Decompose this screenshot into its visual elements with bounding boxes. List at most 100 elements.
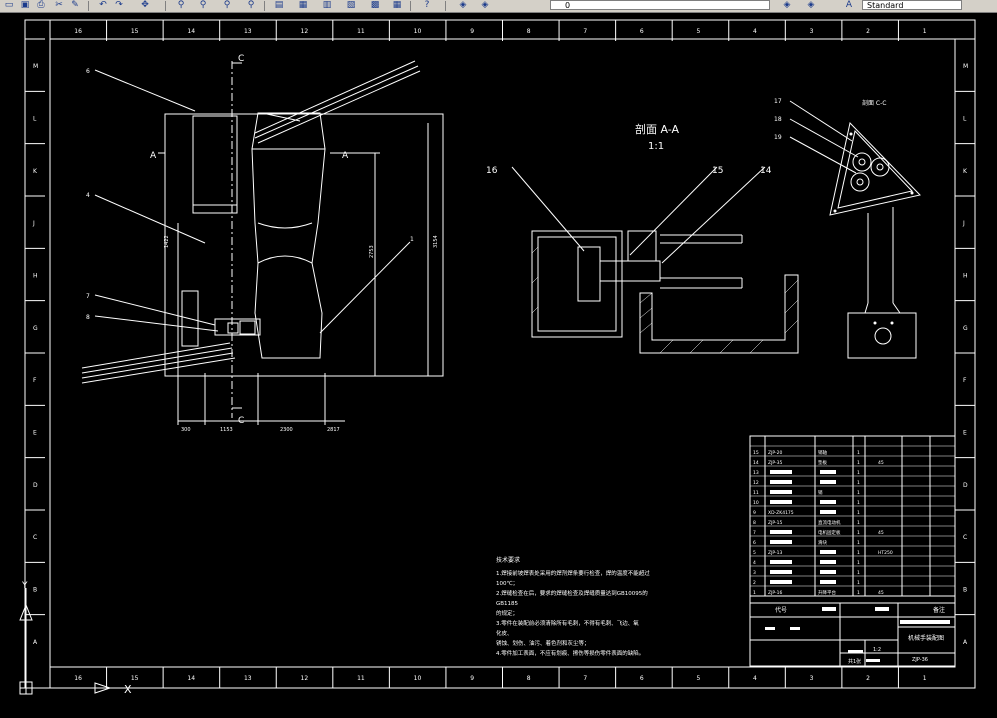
zoom-previous-icon[interactable]: ⚲ xyxy=(220,0,234,11)
bom-redaction xyxy=(770,570,792,574)
border-column-labels-top: 16 15 14 13 12 11 10 9 8 7 6 5 4 3 2 1 xyxy=(49,20,927,41)
bom-material: 45 xyxy=(878,530,884,536)
pan-icon[interactable]: ✥ xyxy=(138,0,152,11)
print-icon[interactable]: ⎙ xyxy=(34,0,48,11)
properties-icon[interactable]: ▤ xyxy=(272,0,286,11)
layer-dropdown[interactable]: 0 xyxy=(550,0,770,10)
tb-code-label: 代号 xyxy=(775,606,787,614)
bom-qty: 1 xyxy=(857,520,860,526)
border-col-label: 1 xyxy=(923,28,927,35)
border-row-label: C xyxy=(963,534,967,541)
bom-qty: 1 xyxy=(857,540,860,546)
drawing-canvas[interactable]: 16 15 14 13 12 11 10 9 8 7 6 5 4 3 2 1 16 15 14 13 12 11 10 9 8… xyxy=(0,13,997,718)
layer-previous-icon[interactable]: ◈ xyxy=(804,0,818,11)
border-row-label: B xyxy=(33,587,37,594)
border-col-label: 5 xyxy=(696,28,700,35)
bom-redaction xyxy=(770,500,792,504)
border-row-label: L xyxy=(963,116,967,123)
text-style-value: Standard xyxy=(867,1,904,10)
callout-15: 15 xyxy=(712,166,723,176)
border-row-label: F xyxy=(963,377,967,384)
border-col-label: 4 xyxy=(753,675,757,682)
cut-icon[interactable]: ✂ xyxy=(52,0,66,11)
dim-2753: 2753 xyxy=(369,245,375,258)
layer-state-icon[interactable]: ◈ xyxy=(478,0,492,11)
calculator-icon[interactable]: ▦ xyxy=(390,0,404,11)
layer-value: 0 xyxy=(565,1,571,10)
bom-index: 2 xyxy=(753,580,756,586)
text-style-icon[interactable]: A xyxy=(842,0,856,11)
border-col-label: 12 xyxy=(301,675,309,682)
dim-3154: 3154 xyxy=(433,235,439,248)
bom-index: 7 xyxy=(753,530,756,536)
border-row-label: A xyxy=(963,639,968,646)
zoom-extents-icon[interactable]: ⚲ xyxy=(244,0,258,11)
help-icon[interactable]: ? xyxy=(420,0,434,11)
border-row-label: B xyxy=(963,587,967,594)
bom-qty: 1 xyxy=(857,560,860,566)
bom-qty: 1 xyxy=(857,570,860,576)
match-properties-icon[interactable]: ✎ xyxy=(68,0,82,11)
bom-name: 垫板 xyxy=(818,459,827,466)
section-cc-view xyxy=(789,100,921,359)
bom-name: 电机固定板 xyxy=(818,529,841,536)
section-aa-view xyxy=(511,166,799,354)
border-row-label: J xyxy=(962,220,965,227)
zoom-window-icon[interactable]: ⚲ xyxy=(196,0,210,11)
undo-icon[interactable]: ↶ xyxy=(96,0,110,11)
bom-index: 14 xyxy=(753,460,759,466)
ucs-y-label: Y xyxy=(21,581,28,591)
dim-2817: 2817 xyxy=(327,427,340,433)
border-col-label: 5 xyxy=(696,675,700,682)
bom-index: 8 xyxy=(753,520,756,526)
bom-name: 升降平台 xyxy=(818,589,836,596)
border-col-label: 10 xyxy=(414,675,422,682)
border-row-label: D xyxy=(33,482,38,489)
section-mark-a-right: A xyxy=(342,151,349,161)
bom-index: 11 xyxy=(753,490,759,496)
callout-8: 8 xyxy=(86,314,90,321)
border-row-label: K xyxy=(33,168,38,175)
border-col-label: 9 xyxy=(470,28,474,35)
bom-redaction xyxy=(770,470,792,474)
bom-index: 3 xyxy=(753,570,756,576)
border-col-label: 9 xyxy=(470,675,474,682)
bom-name: 销 xyxy=(818,489,823,496)
bom-qty: 1 xyxy=(857,550,860,556)
bom-text: 15 ZJP-20 销轴 114 ZJP-35 垫板 1 4513 112 111 销 110 19 XD… xyxy=(753,449,893,596)
bom-redaction xyxy=(820,470,836,474)
text-style-dropdown[interactable]: Standard xyxy=(862,0,962,10)
markup-icon[interactable]: ▩ xyxy=(368,0,382,11)
border-row-label: G xyxy=(33,325,38,332)
section-mark-a-left: A xyxy=(150,151,157,161)
layer-manager-icon[interactable]: ◈ xyxy=(456,0,470,11)
cad-toolbar: ▭ ▣ ⎙ ✂ ✎ ↶ ↷ ✥ ⚲ ⚲ ⚲ ⚲ ▤ ▦ ▥ ▧ ▩ ▦ ? ◈ … xyxy=(0,0,997,13)
make-current-icon[interactable]: ◈ xyxy=(780,0,794,11)
border-row-label: D xyxy=(963,482,968,489)
bom-redaction xyxy=(770,560,792,564)
dim-1153: 1153 xyxy=(220,427,233,433)
border-row-label: L xyxy=(33,116,37,123)
redo-icon[interactable]: ↷ xyxy=(112,0,126,11)
callout-14: 14 xyxy=(760,166,772,176)
bom-redaction xyxy=(820,580,836,584)
design-center-icon[interactable]: ▦ xyxy=(296,0,310,11)
tb-remark-label: 备注 xyxy=(933,606,945,614)
sheet-set-icon[interactable]: ▧ xyxy=(344,0,358,11)
bom-qty: 1 xyxy=(857,450,860,456)
tool-palettes-icon[interactable]: ▥ xyxy=(320,0,334,11)
open-icon[interactable]: ▭ xyxy=(2,0,16,11)
bom-name: 滑块 xyxy=(818,539,827,546)
bom-index: 13 xyxy=(753,470,759,476)
zoom-realtime-icon[interactable]: ⚲ xyxy=(174,0,188,11)
note-line: 2.焊缝检查在后，要求的焊缝检查及焊缝质量达到GB10095的 xyxy=(496,589,648,597)
border-row-label: F xyxy=(33,377,37,384)
note-line: GB1185 xyxy=(496,601,519,607)
save-icon[interactable]: ▣ xyxy=(18,0,32,11)
notes-lines: 1.焊接前坡焊表处采用的焊剂焊条要行检查，焊的温度不能超过 100℃； 2.焊缝检查… xyxy=(496,569,650,657)
notes-heading: 技术要求 xyxy=(496,556,520,564)
bom-qty: 1 xyxy=(857,490,860,496)
border-row-label: C xyxy=(33,534,37,541)
border-row-label: M xyxy=(33,63,38,70)
border-row-label: M xyxy=(963,63,968,70)
